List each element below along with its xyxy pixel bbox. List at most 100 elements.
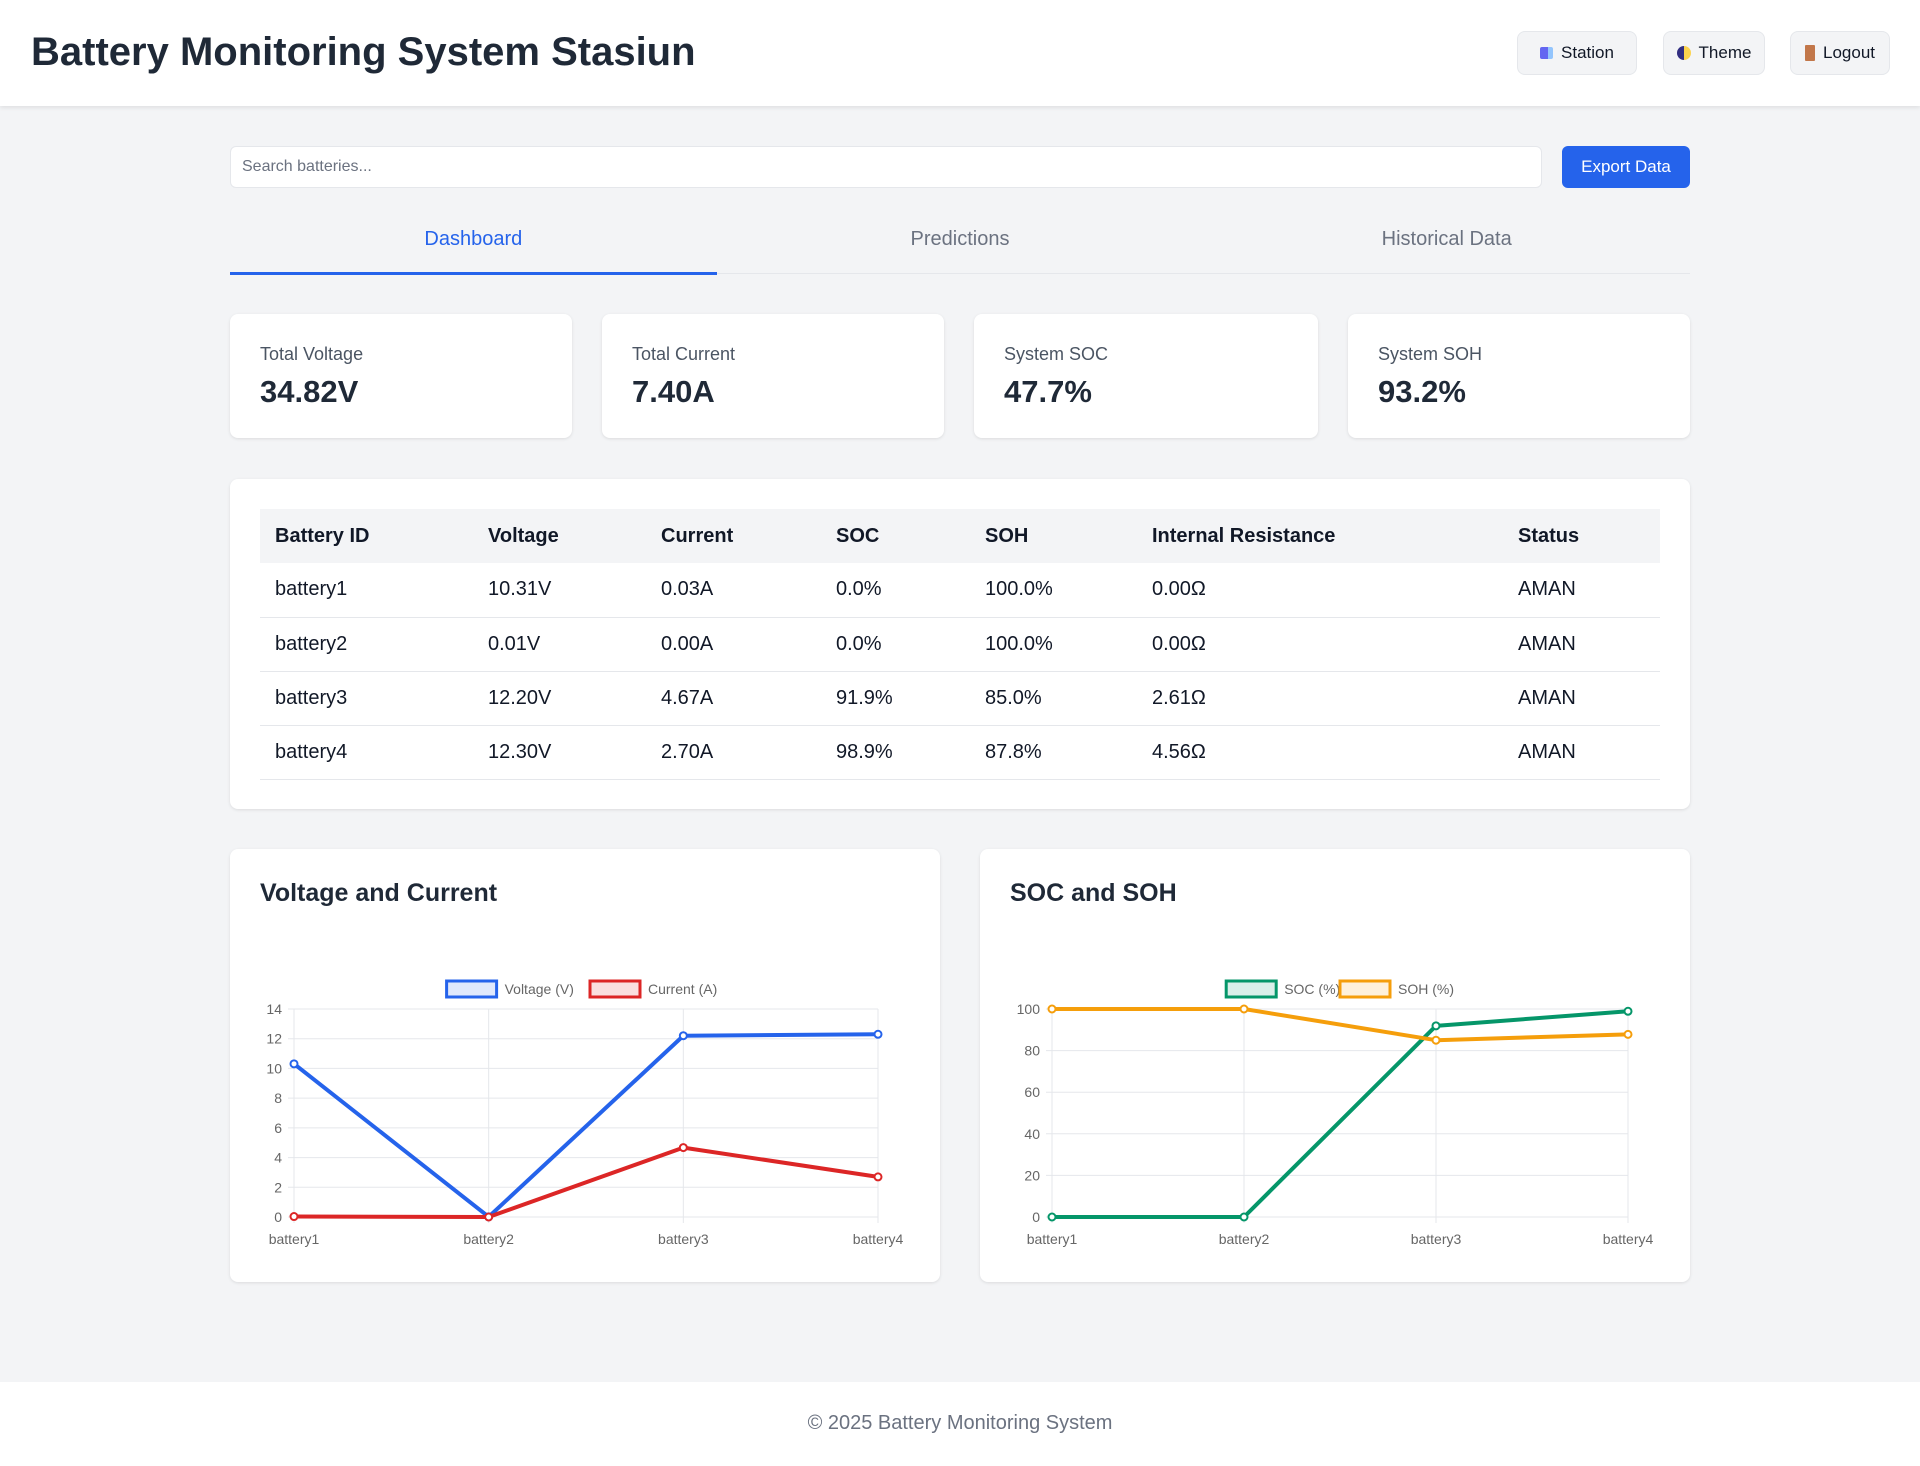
cell-current: 0.00A: [646, 617, 821, 672]
tab-historical-data[interactable]: Historical Data: [1203, 212, 1690, 273]
stat-label: Total Voltage: [260, 344, 364, 364]
col-header-soh: SOH: [970, 509, 1137, 563]
soc-soh-chart-card: SOC and SOH 0 20 40 60 80 100 battery1 battery2…: [980, 849, 1690, 1282]
voltage-current-chart-card: Voltage and Current 0 2 4 6 8 10 12 14 battery1 b…: [230, 849, 940, 1282]
y-tick-label: 8: [274, 1090, 282, 1106]
cell-battery-id: battery3: [260, 671, 473, 726]
y-tick-label: 10: [266, 1060, 282, 1076]
cell-battery-id: battery1: [260, 563, 473, 618]
battery-table: Battery ID Voltage Current SOC SOH Inter…: [260, 509, 1660, 780]
cell-soc: 0.0%: [821, 617, 970, 672]
stat-value: 93.2%: [1378, 374, 1466, 409]
search-input[interactable]: [230, 146, 1542, 188]
cell-voltage: 0.01V: [473, 617, 646, 672]
y-tick-label: 40: [1024, 1126, 1040, 1142]
table-header-row: Battery ID Voltage Current SOC SOH Inter…: [260, 509, 1660, 563]
stat-label: System SOH: [1378, 344, 1483, 364]
x-tick-label: battery1: [1027, 1231, 1078, 1247]
cell-current: 0.03A: [646, 563, 821, 618]
data-point: [1239, 1004, 1249, 1014]
y-tick-label: 100: [1017, 1001, 1041, 1017]
cell-internal-resistance: 2.61Ω: [1137, 671, 1503, 726]
stat-card-total-voltage: Total Voltage 34.82V: [230, 314, 572, 438]
y-tick-label: 60: [1024, 1084, 1040, 1100]
data-point: [1047, 1212, 1057, 1222]
x-tick-label: battery3: [658, 1231, 709, 1247]
legend-label: SOC (%): [1284, 981, 1340, 997]
cell-soh: 100.0%: [970, 617, 1137, 672]
col-header-internal-resistance: Internal Resistance: [1137, 509, 1503, 563]
data-point: [484, 1212, 494, 1222]
logout-button[interactable]: Logout: [1790, 31, 1890, 75]
stat-label: System SOC: [1004, 344, 1109, 364]
tab-predictions[interactable]: Predictions: [717, 212, 1204, 273]
data-point: [1047, 1004, 1057, 1014]
table-row: battery1 10.31V 0.03A 0.0% 100.0% 0.00Ω …: [260, 563, 1660, 618]
legend-swatch: [445, 979, 499, 999]
y-tick-label: 14: [266, 1001, 282, 1017]
station-button-label: Station: [1561, 43, 1614, 62]
cell-status: AMAN: [1503, 563, 1660, 618]
theme-icon: [1676, 46, 1691, 60]
stat-card-total-current: Total Current 7.40A: [602, 314, 944, 438]
cell-current: 4.67A: [646, 671, 821, 726]
series-line: [292, 1032, 879, 1219]
export-data-button[interactable]: Export Data: [1562, 146, 1690, 188]
y-tick-label: 0: [274, 1209, 282, 1225]
cell-voltage: 10.31V: [473, 563, 646, 618]
col-header-status: Status: [1503, 509, 1660, 563]
theme-button[interactable]: Theme: [1663, 31, 1765, 75]
stat-value: 47.7%: [1004, 374, 1092, 409]
x-tick-label: battery2: [463, 1231, 514, 1247]
x-tick-label: battery4: [853, 1231, 904, 1247]
cell-soh: 100.0%: [970, 563, 1137, 618]
data-point: [873, 1029, 883, 1039]
cell-internal-resistance: 0.00Ω: [1137, 617, 1503, 672]
y-tick-label: 6: [274, 1120, 282, 1136]
battery-table-card: Battery ID Voltage Current SOC SOH Inter…: [230, 479, 1690, 809]
y-tick-label: 2: [274, 1179, 282, 1195]
voltage-current-chart: 0 2 4 6 8 10 12 14 battery1 battery2 battery3 batte…: [266, 979, 904, 1247]
col-header-voltage: Voltage: [473, 509, 646, 563]
col-header-current: Current: [646, 509, 821, 563]
data-point: [1623, 1029, 1633, 1039]
cell-internal-resistance: 4.56Ω: [1137, 725, 1503, 780]
cell-soh: 87.8%: [970, 725, 1137, 780]
cell-status: AMAN: [1503, 617, 1660, 672]
stat-value: 34.82V: [260, 374, 359, 409]
app-header: Battery Monitoring System Stasiun Statio…: [0, 0, 1920, 106]
tab-dashboard[interactable]: Dashboard: [230, 212, 717, 275]
soc-soh-chart: 0 20 40 60 80 100 battery1 battery2 battery3 batt…: [1017, 979, 1654, 1247]
cell-internal-resistance: 0.00Ω: [1137, 563, 1503, 618]
cell-battery-id: battery4: [260, 725, 473, 780]
station-button[interactable]: Station: [1517, 31, 1637, 75]
cell-voltage: 12.20V: [473, 671, 646, 726]
data-point: [678, 1143, 688, 1153]
cell-soh: 85.0%: [970, 671, 1137, 726]
cell-soc: 0.0%: [821, 563, 970, 618]
data-point: [1623, 1006, 1633, 1016]
legend-swatch: [1338, 979, 1392, 999]
y-tick-label: 20: [1024, 1167, 1040, 1183]
col-header-soc: SOC: [821, 509, 970, 563]
legend-label: Current (A): [648, 981, 717, 997]
stat-card-system-soh: System SOH 93.2%: [1348, 314, 1690, 438]
y-tick-label: 4: [274, 1150, 282, 1166]
cell-voltage: 12.30V: [473, 725, 646, 780]
cell-status: AMAN: [1503, 671, 1660, 726]
stat-label: Total Current: [632, 344, 736, 364]
tab-bar: Dashboard Predictions Historical Data: [230, 212, 1690, 275]
station-icon: [1540, 47, 1554, 59]
data-point: [873, 1172, 883, 1182]
page-footer: © 2025 Battery Monitoring System: [0, 1382, 1920, 1466]
table-row: battery3 12.20V 4.67A 91.9% 85.0% 2.61Ω …: [260, 671, 1660, 726]
stat-card-system-soc: System SOC 47.7%: [974, 314, 1318, 438]
legend-swatch: [588, 979, 642, 999]
data-point: [289, 1059, 299, 1069]
y-tick-label: 0: [1032, 1209, 1040, 1225]
y-tick-label: 12: [266, 1031, 282, 1047]
y-tick-label: 80: [1024, 1043, 1040, 1059]
cell-battery-id: battery2: [260, 617, 473, 672]
table-row: battery2 0.01V 0.00A 0.0% 100.0% 0.00Ω A…: [260, 617, 1660, 672]
table-row: battery4 12.30V 2.70A 98.9% 87.8% 4.56Ω …: [260, 725, 1660, 780]
